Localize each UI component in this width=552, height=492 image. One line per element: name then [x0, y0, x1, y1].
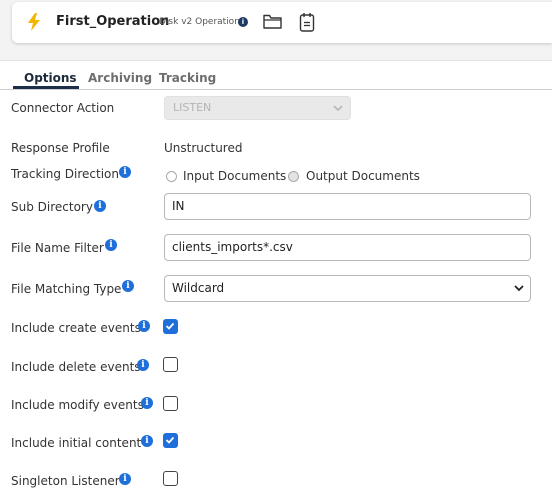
include-initial-content-label: Include initial content	[11, 436, 142, 450]
info-icon[interactable]: i	[141, 435, 153, 447]
file-matching-type-value: Wildcard	[172, 281, 225, 295]
radio-input-documents-label: Input Documents	[183, 169, 287, 183]
file-matching-type-label: File Matching Type	[11, 282, 122, 296]
include-modify-events-checkbox[interactable]	[163, 396, 178, 411]
singleton-listener-checkbox[interactable]	[163, 471, 178, 486]
operation-title: First_Operation	[56, 14, 170, 29]
folder-icon[interactable]	[263, 13, 282, 30]
include-create-events-label: Include create events	[11, 321, 141, 335]
info-icon[interactable]: i	[141, 397, 153, 409]
radio-output-documents-label: Output Documents	[306, 169, 420, 183]
notes-icon[interactable]	[299, 12, 315, 32]
info-icon[interactable]: i	[94, 200, 106, 212]
radio-output-documents[interactable]	[288, 171, 299, 182]
connector-action-label: Connector Action	[11, 101, 115, 115]
sub-directory-value: IN	[172, 199, 185, 213]
info-icon[interactable]: i	[119, 166, 131, 178]
chevron-down-icon	[514, 285, 524, 292]
sub-directory-label: Sub Directory	[11, 200, 93, 214]
include-delete-events-label: Include delete events	[11, 360, 141, 374]
tab-bar	[0, 60, 552, 90]
file-name-filter-label: File Name Filter	[11, 241, 104, 255]
file-name-filter-input[interactable]: clients_imports*.csv	[164, 234, 531, 261]
info-icon[interactable]: i	[119, 473, 131, 485]
header-bar: First_Operation Disk v2 Operation i	[0, 0, 552, 61]
sub-directory-input[interactable]: IN	[164, 193, 531, 220]
info-icon[interactable]: i	[238, 17, 248, 27]
response-profile-value: Unstructured	[164, 141, 243, 155]
file-matching-type-select[interactable]: Wildcard	[164, 275, 531, 302]
tab-archiving[interactable]: Archiving	[88, 71, 152, 85]
lightning-icon	[28, 13, 40, 31]
radio-input-documents[interactable]	[166, 171, 177, 182]
active-tab-indicator	[13, 86, 79, 89]
connector-action-select: LISTEN	[164, 96, 351, 120]
include-create-events-checkbox[interactable]	[163, 319, 178, 334]
operation-subtitle: Disk v2 Operation	[159, 17, 240, 27]
chevron-down-icon	[333, 105, 343, 112]
info-icon[interactable]: i	[122, 280, 134, 292]
tab-options[interactable]: Options	[24, 71, 77, 85]
tracking-direction-label: Tracking Direction	[11, 167, 119, 181]
include-delete-events-checkbox[interactable]	[163, 357, 178, 372]
singleton-listener-label: Singleton Listener	[11, 474, 120, 488]
include-initial-content-checkbox[interactable]	[163, 433, 178, 448]
include-modify-events-label: Include modify events	[11, 398, 144, 412]
info-icon[interactable]: i	[137, 359, 149, 371]
info-icon[interactable]: i	[138, 320, 150, 332]
file-name-filter-value: clients_imports*.csv	[172, 240, 293, 254]
checkmark-icon	[165, 436, 175, 444]
response-profile-label: Response Profile	[11, 141, 110, 155]
checkmark-icon	[165, 322, 175, 330]
info-icon[interactable]: i	[105, 239, 117, 251]
connector-action-value: LISTEN	[173, 101, 212, 114]
tab-tracking[interactable]: Tracking	[159, 71, 216, 85]
